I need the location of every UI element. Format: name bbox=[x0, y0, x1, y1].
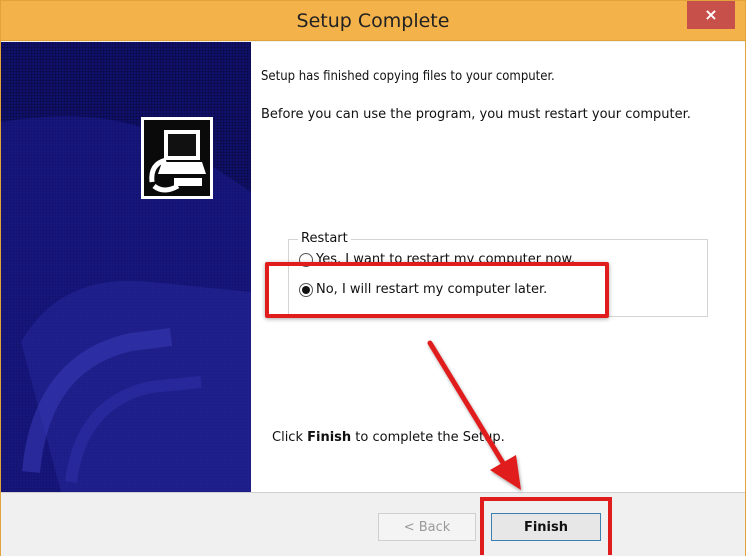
banner-graphic bbox=[1, 116, 251, 492]
finish-hint: Click Finish to complete the Setup. bbox=[272, 430, 505, 445]
side-banner bbox=[1, 42, 251, 492]
title-bar[interactable]: Setup Complete × bbox=[1, 1, 745, 41]
back-button[interactable]: < Back bbox=[378, 513, 476, 541]
restart-group-label: Restart bbox=[298, 231, 351, 246]
setup-computer-icon bbox=[141, 117, 213, 199]
finish-hint-suffix: to complete the Setup. bbox=[351, 430, 505, 445]
message-restart: Before you can use the program, you must… bbox=[261, 107, 691, 122]
restart-later-highlight bbox=[265, 262, 609, 318]
close-button[interactable]: × bbox=[687, 1, 735, 29]
window-title: Setup Complete bbox=[296, 10, 450, 32]
close-icon: × bbox=[704, 5, 718, 24]
button-bar: < Back Finish bbox=[1, 492, 745, 556]
finish-hint-prefix: Click bbox=[272, 430, 308, 445]
message-finished: Setup has finished copying files to your… bbox=[261, 69, 555, 84]
finish-highlight bbox=[480, 497, 612, 555]
finish-hint-bold: Finish bbox=[307, 430, 352, 445]
